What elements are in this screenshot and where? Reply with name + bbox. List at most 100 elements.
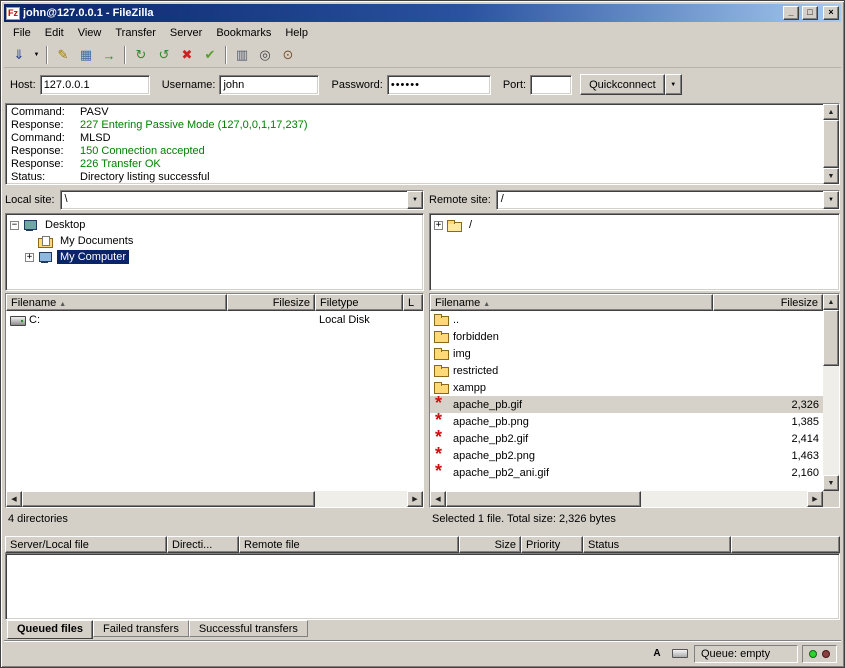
file-size-cell xyxy=(713,362,823,379)
file-row[interactable]: apache_pb.png1,385 xyxy=(430,413,823,430)
column-header-filesize[interactable]: Filesize xyxy=(713,294,823,311)
local-list-body[interactable]: C: Local Disk xyxy=(6,311,423,491)
remote-site-combo[interactable]: / xyxy=(496,190,840,210)
dropdown-arrow-icon[interactable] xyxy=(407,191,423,209)
menu-item-bookmarks[interactable]: Bookmarks xyxy=(209,24,278,42)
scroll-left-button[interactable] xyxy=(6,491,22,507)
cancel-icon[interactable]: ✖ xyxy=(176,45,198,65)
find-files-icon[interactable]: ⊙ xyxy=(277,45,299,65)
verify-icon[interactable]: ✔ xyxy=(199,45,221,65)
column-header-filename[interactable]: Filename xyxy=(430,294,713,311)
transfer-icon[interactable]: → xyxy=(98,45,120,65)
port-input[interactable] xyxy=(530,75,572,95)
file-row[interactable]: restricted xyxy=(430,362,823,379)
expand-plus-icon[interactable] xyxy=(434,221,443,230)
tree-item[interactable]: My Computer xyxy=(7,249,422,265)
scrollbar-thumb[interactable] xyxy=(22,491,315,507)
file-row[interactable]: apache_pb2.gif2,414 xyxy=(430,430,823,447)
dropdown-arrow-icon[interactable] xyxy=(823,191,839,209)
scroll-right-button[interactable] xyxy=(407,491,423,507)
file-row[interactable]: forbidden xyxy=(430,328,823,345)
connect-icon[interactable]: ⇓ xyxy=(8,45,30,65)
scroll-up-button[interactable] xyxy=(823,294,839,310)
remote-list-body[interactable]: ..forbiddenimgrestrictedxamppapache_pb.g… xyxy=(430,311,823,491)
menu-item-help[interactable]: Help xyxy=(278,24,315,42)
folder-icon xyxy=(434,330,449,343)
file-size-cell xyxy=(713,345,823,362)
column-header-filename[interactable]: Filename xyxy=(6,294,227,311)
minimize-button[interactable]: _ xyxy=(783,6,799,20)
column-header-priority[interactable]: Priority xyxy=(521,536,583,553)
collapse-minus-icon[interactable] xyxy=(10,221,19,230)
site-manager-icon[interactable]: ✎ xyxy=(52,45,74,65)
scrollbar-thumb[interactable] xyxy=(823,310,839,366)
maximize-button[interactable]: □ xyxy=(802,6,818,20)
toolbar: ⇓▼ ✎▦→ ↻↺✖✔ ▥◎⊙ xyxy=(4,43,841,68)
process-queue-icon[interactable]: ↺ xyxy=(153,45,175,65)
local-site-combo[interactable]: \ xyxy=(60,190,424,210)
log-line: Command:PASV xyxy=(6,106,823,119)
file-name: apache_pb2.gif xyxy=(453,433,528,445)
file-row[interactable]: apache_pb2.png1,463 xyxy=(430,447,823,464)
column-header-server-local-file[interactable]: Server/Local file xyxy=(5,536,167,553)
tree-item[interactable]: Desktop xyxy=(7,217,422,233)
tab-successful-transfers[interactable]: Successful transfers xyxy=(189,620,308,637)
log-line: Response:226 Transfer OK xyxy=(6,158,823,171)
local-site-value: \ xyxy=(61,191,407,209)
search-icon[interactable]: ◎ xyxy=(254,45,276,65)
file-row[interactable]: .. xyxy=(430,311,823,328)
scroll-down-button[interactable] xyxy=(823,168,839,184)
view-listing-icon[interactable]: ▦ xyxy=(75,45,97,65)
quickconnect-dropdown-icon[interactable] xyxy=(665,74,682,95)
scroll-up-button[interactable] xyxy=(823,104,839,120)
tree-item[interactable]: / xyxy=(431,217,838,233)
password-input[interactable] xyxy=(387,75,491,95)
transfer-type-indicator[interactable]: A xyxy=(648,646,666,662)
queue-body[interactable] xyxy=(5,553,840,620)
column-header-l[interactable]: L xyxy=(403,294,423,311)
file-row[interactable]: C: Local Disk xyxy=(6,311,423,328)
refresh-icon[interactable]: ↻ xyxy=(130,45,152,65)
menu-item-view[interactable]: View xyxy=(71,24,109,42)
file-name: apache_pb2_ani.gif xyxy=(453,467,549,479)
menu-item-file[interactable]: File xyxy=(6,24,38,42)
menu-item-server[interactable]: Server xyxy=(163,24,209,42)
tab-failed-transfers[interactable]: Failed transfers xyxy=(93,620,189,637)
column-header-filetype[interactable]: Filetype xyxy=(315,294,403,311)
menu-item-transfer[interactable]: Transfer xyxy=(108,24,163,42)
file-row[interactable]: apache_pb2_ani.gif2,160 xyxy=(430,464,823,481)
scrollbar-thumb[interactable] xyxy=(823,120,839,168)
column-header-label: Filename xyxy=(11,297,56,309)
scroll-right-button[interactable] xyxy=(807,491,823,507)
directory-compare-icon[interactable]: ▥ xyxy=(231,45,253,65)
column-header-directi[interactable]: Directi... xyxy=(167,536,239,553)
column-header-size[interactable]: Size xyxy=(459,536,521,553)
queue-splitter[interactable] xyxy=(4,529,841,536)
column-header-label: Filesize xyxy=(781,297,818,309)
tree-item[interactable]: My Documents xyxy=(7,233,422,249)
column-header-remote-file[interactable]: Remote file xyxy=(239,536,459,553)
column-header-status[interactable]: Status xyxy=(583,536,731,553)
host-input[interactable] xyxy=(40,75,150,95)
keyboard-icon[interactable] xyxy=(670,646,690,662)
log-line: Status:Directory listing successful xyxy=(6,171,823,184)
file-row[interactable]: apache_pb.gif2,326 xyxy=(430,396,823,413)
file-row[interactable]: img xyxy=(430,345,823,362)
remote-site-row: Remote site: / xyxy=(429,187,840,213)
close-button[interactable]: × xyxy=(823,6,839,20)
menu-item-edit[interactable]: Edit xyxy=(38,24,71,42)
expand-plus-icon[interactable] xyxy=(25,253,34,262)
tab-queued-files[interactable]: Queued files xyxy=(7,620,93,639)
app-icon[interactable]: Fz xyxy=(6,7,20,20)
scroll-down-button[interactable] xyxy=(823,475,839,491)
quickconnect-button[interactable]: Quickconnect xyxy=(580,74,665,95)
column-header-filesize[interactable]: Filesize xyxy=(227,294,315,311)
file-name: C: xyxy=(29,314,40,326)
file-row[interactable]: xampp xyxy=(430,379,823,396)
file-type-cell: Local Disk xyxy=(315,311,403,328)
connect-dropdown-icon[interactable]: ▼ xyxy=(31,45,42,65)
scroll-left-button[interactable] xyxy=(430,491,446,507)
username-input[interactable] xyxy=(219,75,319,95)
window-title: john@127.0.0.1 - FileZilla xyxy=(23,7,780,19)
scrollbar-thumb[interactable] xyxy=(446,491,641,507)
